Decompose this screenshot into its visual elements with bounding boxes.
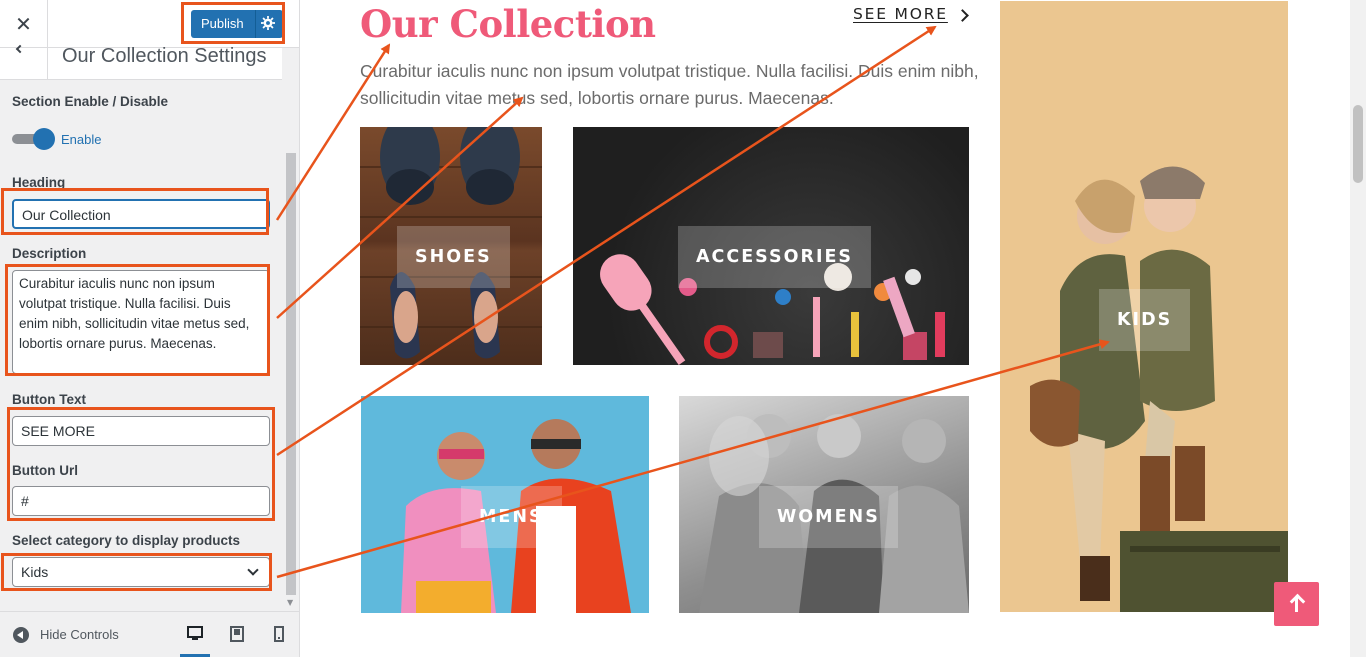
mens-category-card[interactable]: MENS bbox=[361, 396, 649, 613]
button-text-label: Button Text bbox=[12, 392, 86, 407]
heading-input[interactable]: Our Collection bbox=[12, 199, 270, 229]
shoes-category-card[interactable]: SHOES bbox=[360, 127, 542, 365]
gear-icon[interactable] bbox=[261, 16, 275, 30]
preview-scroll-thumb[interactable] bbox=[1353, 105, 1363, 183]
publish-label: Publish bbox=[201, 16, 244, 31]
preview-scrollbar[interactable] bbox=[1350, 0, 1366, 657]
enable-section-label: Section Enable / Disable bbox=[12, 94, 169, 109]
enable-toggle[interactable] bbox=[12, 127, 56, 151]
close-customizer-button[interactable]: ✕ bbox=[0, 0, 48, 48]
see-more-link[interactable]: SEE MORE bbox=[853, 5, 948, 23]
scroll-down-arrow-icon[interactable]: ▼ bbox=[287, 598, 293, 607]
kids-category-card[interactable]: KIDS bbox=[1000, 1, 1288, 612]
button-url-label: Button Url bbox=[12, 463, 78, 478]
description-label: Description bbox=[12, 246, 87, 261]
publish-button[interactable]: Publish bbox=[191, 10, 283, 38]
chevron-down-icon bbox=[247, 564, 259, 576]
kids-card-label: KIDS bbox=[1099, 289, 1191, 351]
hide-controls-button[interactable]: Hide Controls bbox=[40, 627, 119, 642]
desktop-preview-button[interactable] bbox=[180, 612, 210, 657]
womens-category-card[interactable]: WOMENS bbox=[679, 396, 969, 613]
accessories-card-label: ACCESSORIES bbox=[678, 226, 872, 288]
accessories-category-card[interactable]: ACCESSORIES bbox=[573, 127, 969, 365]
mobile-preview-button[interactable] bbox=[264, 612, 294, 657]
button-text-input[interactable]: SEE MORE bbox=[12, 416, 270, 446]
category-label: Select category to display products bbox=[12, 533, 241, 548]
button-url-input[interactable]: # bbox=[12, 486, 270, 516]
customizer-window: ✕ Publish Our Collection Settings Sectio… bbox=[0, 0, 1366, 657]
section-header: Our Collection Settings bbox=[0, 44, 282, 80]
tablet-preview-button[interactable] bbox=[222, 612, 252, 657]
toggle-knob bbox=[33, 128, 55, 150]
desktop-icon bbox=[187, 626, 203, 640]
mens-card-label: MENS bbox=[461, 486, 562, 548]
mobile-icon bbox=[274, 626, 284, 642]
back-button[interactable] bbox=[0, 44, 48, 80]
sidebar-scroll-thumb[interactable] bbox=[286, 153, 296, 595]
category-selected-value: Kids bbox=[21, 564, 49, 580]
collection-description: Curabitur iaculis nunc non ipsum volutpa… bbox=[360, 61, 979, 108]
tablet-icon bbox=[230, 626, 244, 642]
chevron-right-icon bbox=[956, 9, 969, 22]
site-preview: Our Collection SEE MORE Curabitur iaculi… bbox=[300, 0, 1366, 657]
scroll-to-top-button[interactable] bbox=[1274, 582, 1319, 626]
womens-card-label: WOMENS bbox=[759, 486, 898, 548]
heading-label: Heading bbox=[12, 175, 66, 190]
shoes-card-label: SHOES bbox=[397, 226, 510, 288]
customizer-footer: Hide Controls bbox=[0, 611, 299, 657]
customizer-sidebar: ✕ Publish Our Collection Settings Sectio… bbox=[0, 0, 300, 657]
toggle-label: Enable bbox=[61, 132, 102, 147]
customizer-header: ✕ Publish bbox=[0, 0, 299, 48]
hide-controls-icon[interactable] bbox=[13, 627, 29, 643]
publish-divider bbox=[255, 10, 256, 38]
category-select[interactable]: Kids bbox=[12, 557, 270, 587]
section-title: Our Collection Settings bbox=[62, 45, 267, 67]
description-textarea[interactable]: Curabitur iaculis nunc non ipsum volutpa… bbox=[12, 270, 270, 374]
collection-title: Our Collection bbox=[360, 2, 656, 46]
